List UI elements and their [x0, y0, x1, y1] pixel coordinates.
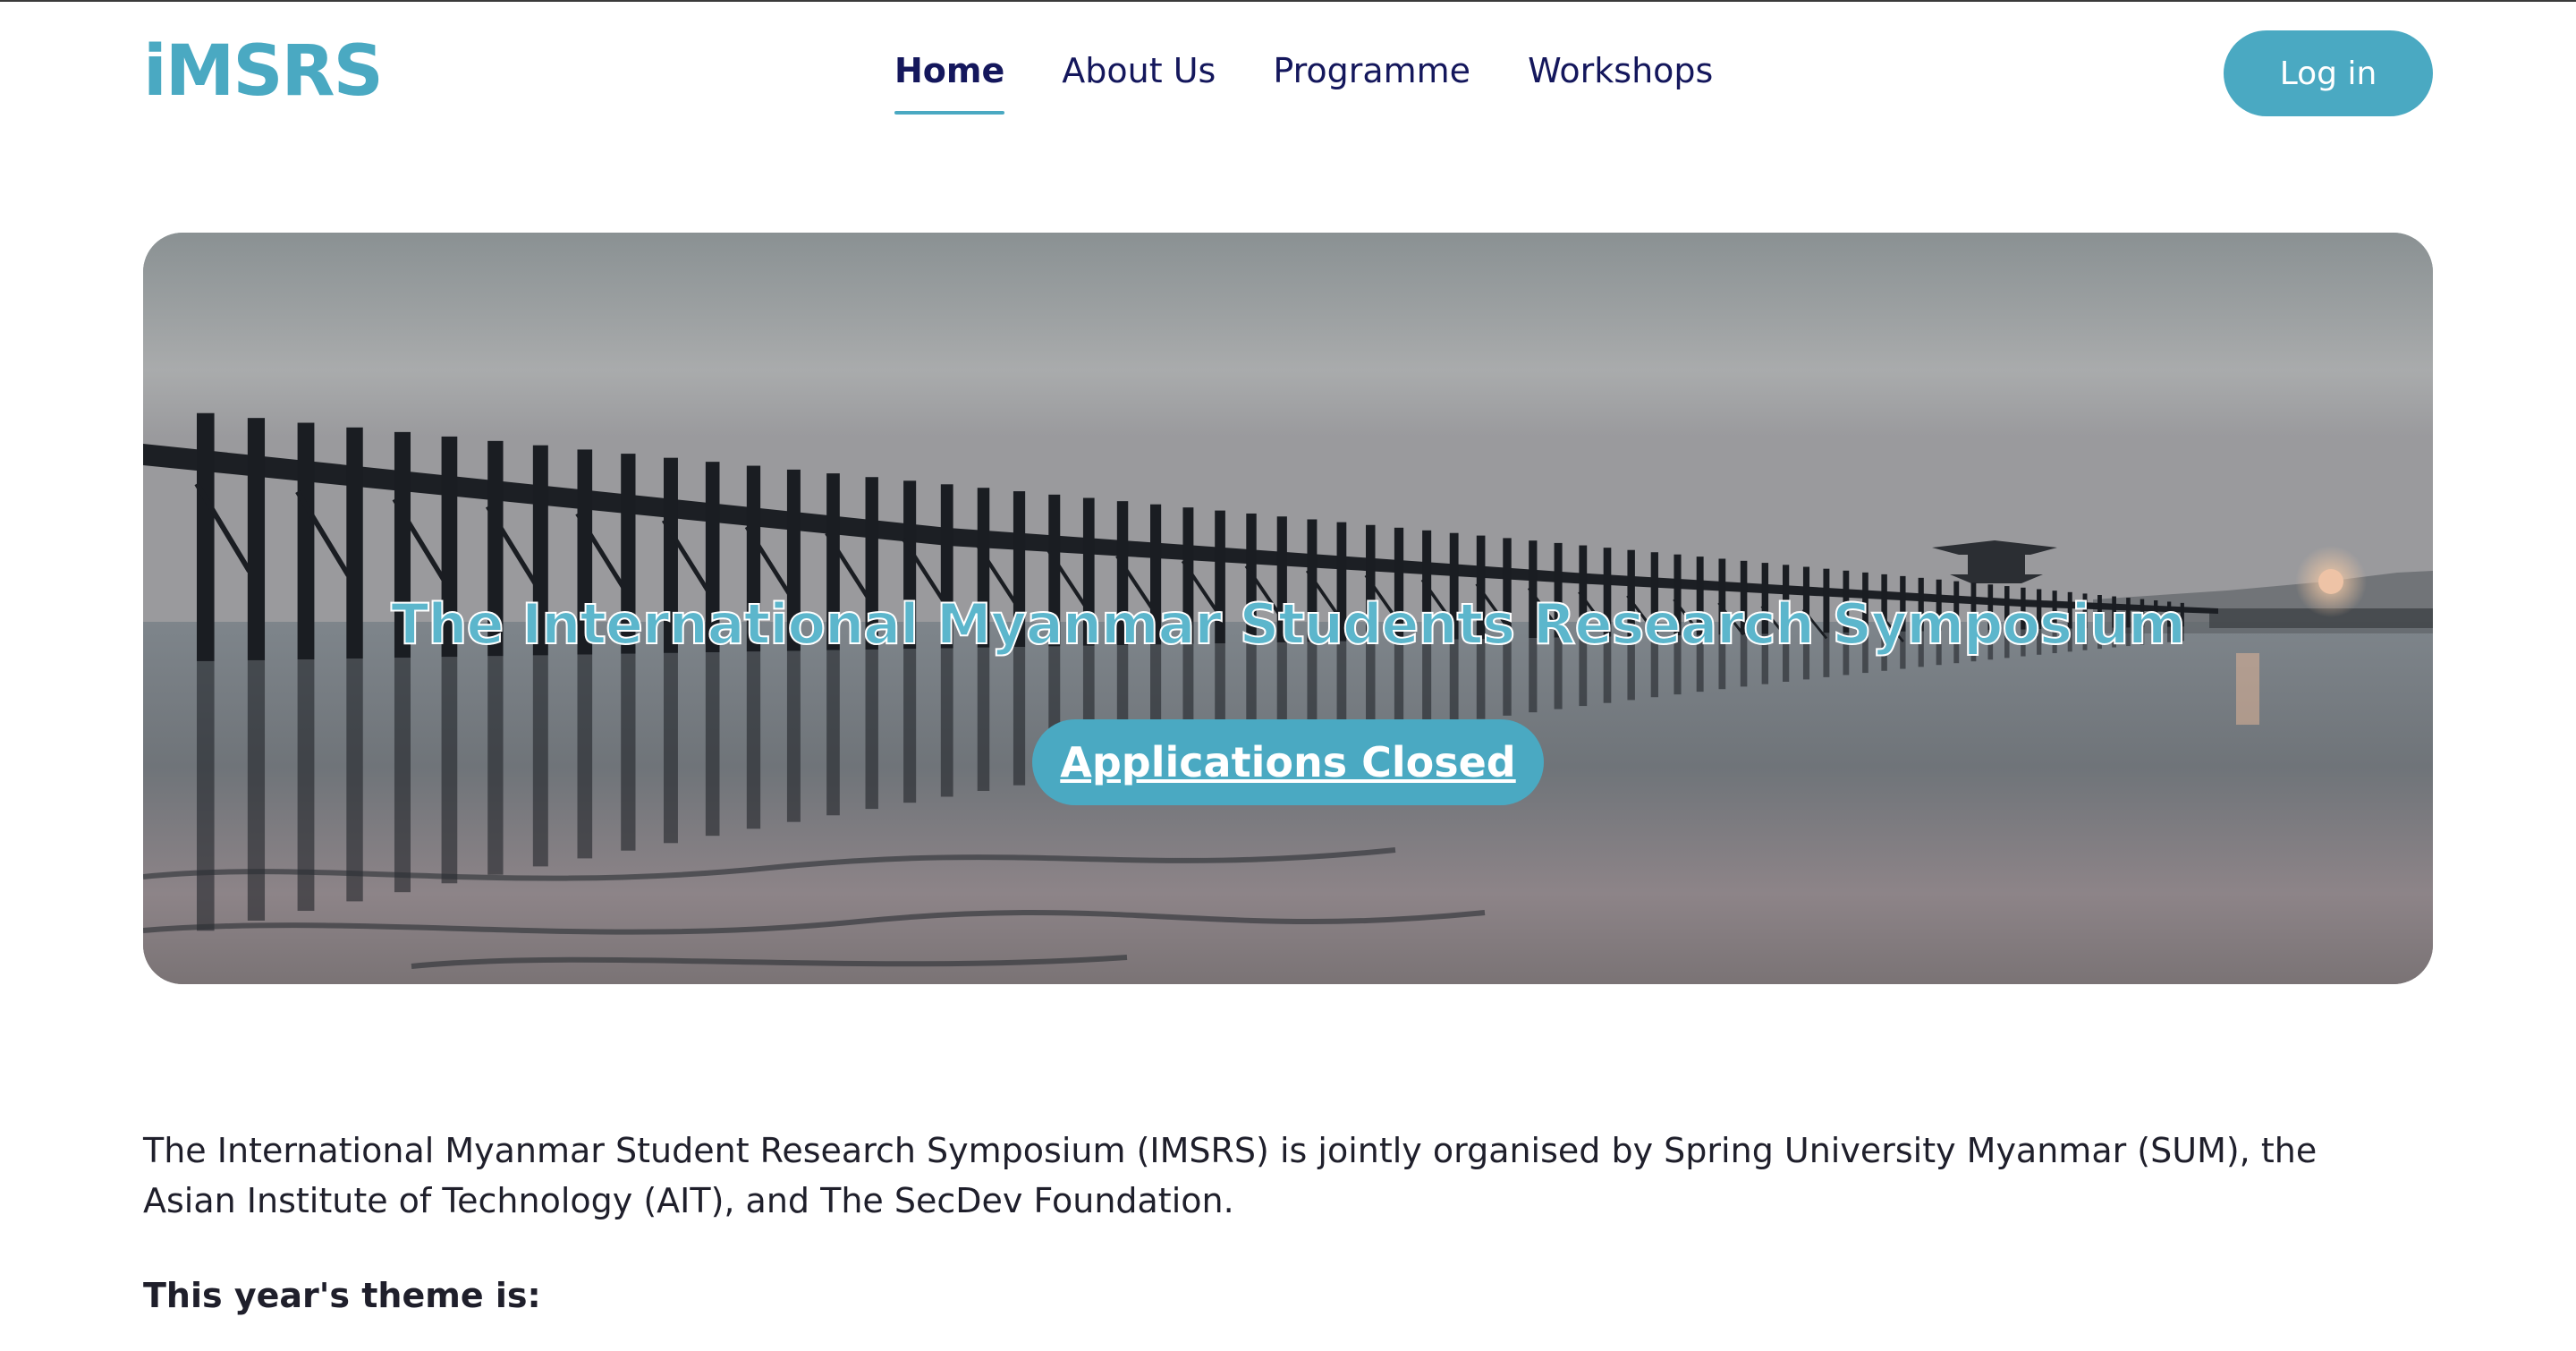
pillar-reflection — [247, 659, 266, 921]
pillar-reflection — [903, 649, 917, 803]
pillar-reflection — [577, 654, 593, 859]
intro-paragraph: The International Myanmar Student Resear… — [143, 1131, 2318, 1220]
main-nav: Home About Us Programme Workshops — [894, 47, 1713, 115]
pillar-reflection — [940, 648, 953, 797]
pillar-reflection — [865, 649, 878, 810]
nav-item-about-us[interactable]: About Us — [1062, 47, 1216, 109]
hero-banner: The International Myanmar Students Resea… — [143, 233, 2433, 984]
pillar-reflection — [487, 656, 504, 875]
site-header: iMSRS Home About Us Programme Workshops … — [143, 29, 2433, 122]
pillar-reflection — [746, 651, 761, 829]
pillar-reflection — [663, 652, 678, 844]
hero-title: The International Myanmar Students Resea… — [390, 591, 2187, 658]
nav-item-workshops[interactable]: Workshops — [1528, 47, 1713, 109]
page: iMSRS Home About Us Programme Workshops … — [0, 0, 2576, 1351]
pillar-reflection — [705, 652, 720, 837]
nav-item-programme[interactable]: Programme — [1273, 47, 1470, 109]
pillar-reflection — [532, 655, 548, 867]
applications-closed-button[interactable]: Applications Closed — [1032, 719, 1544, 805]
pillar-reflection — [197, 660, 215, 931]
logo-text: iMSRS — [143, 31, 384, 112]
pillar-reflection — [1013, 647, 1026, 786]
nav-item-home[interactable]: Home — [894, 47, 1005, 115]
login-button[interactable]: Log in — [2224, 30, 2433, 116]
pillar-reflection — [394, 658, 411, 893]
pillar-reflection — [826, 650, 840, 816]
pillar-reflection — [786, 650, 801, 822]
pillar-reflection — [441, 657, 458, 884]
site-logo[interactable]: iMSRS — [143, 36, 384, 107]
pillar-reflection — [346, 659, 363, 902]
pillar-reflection — [977, 647, 990, 791]
theme-heading: This year's theme is: — [143, 1276, 541, 1315]
pillar-reflection — [621, 653, 636, 851]
